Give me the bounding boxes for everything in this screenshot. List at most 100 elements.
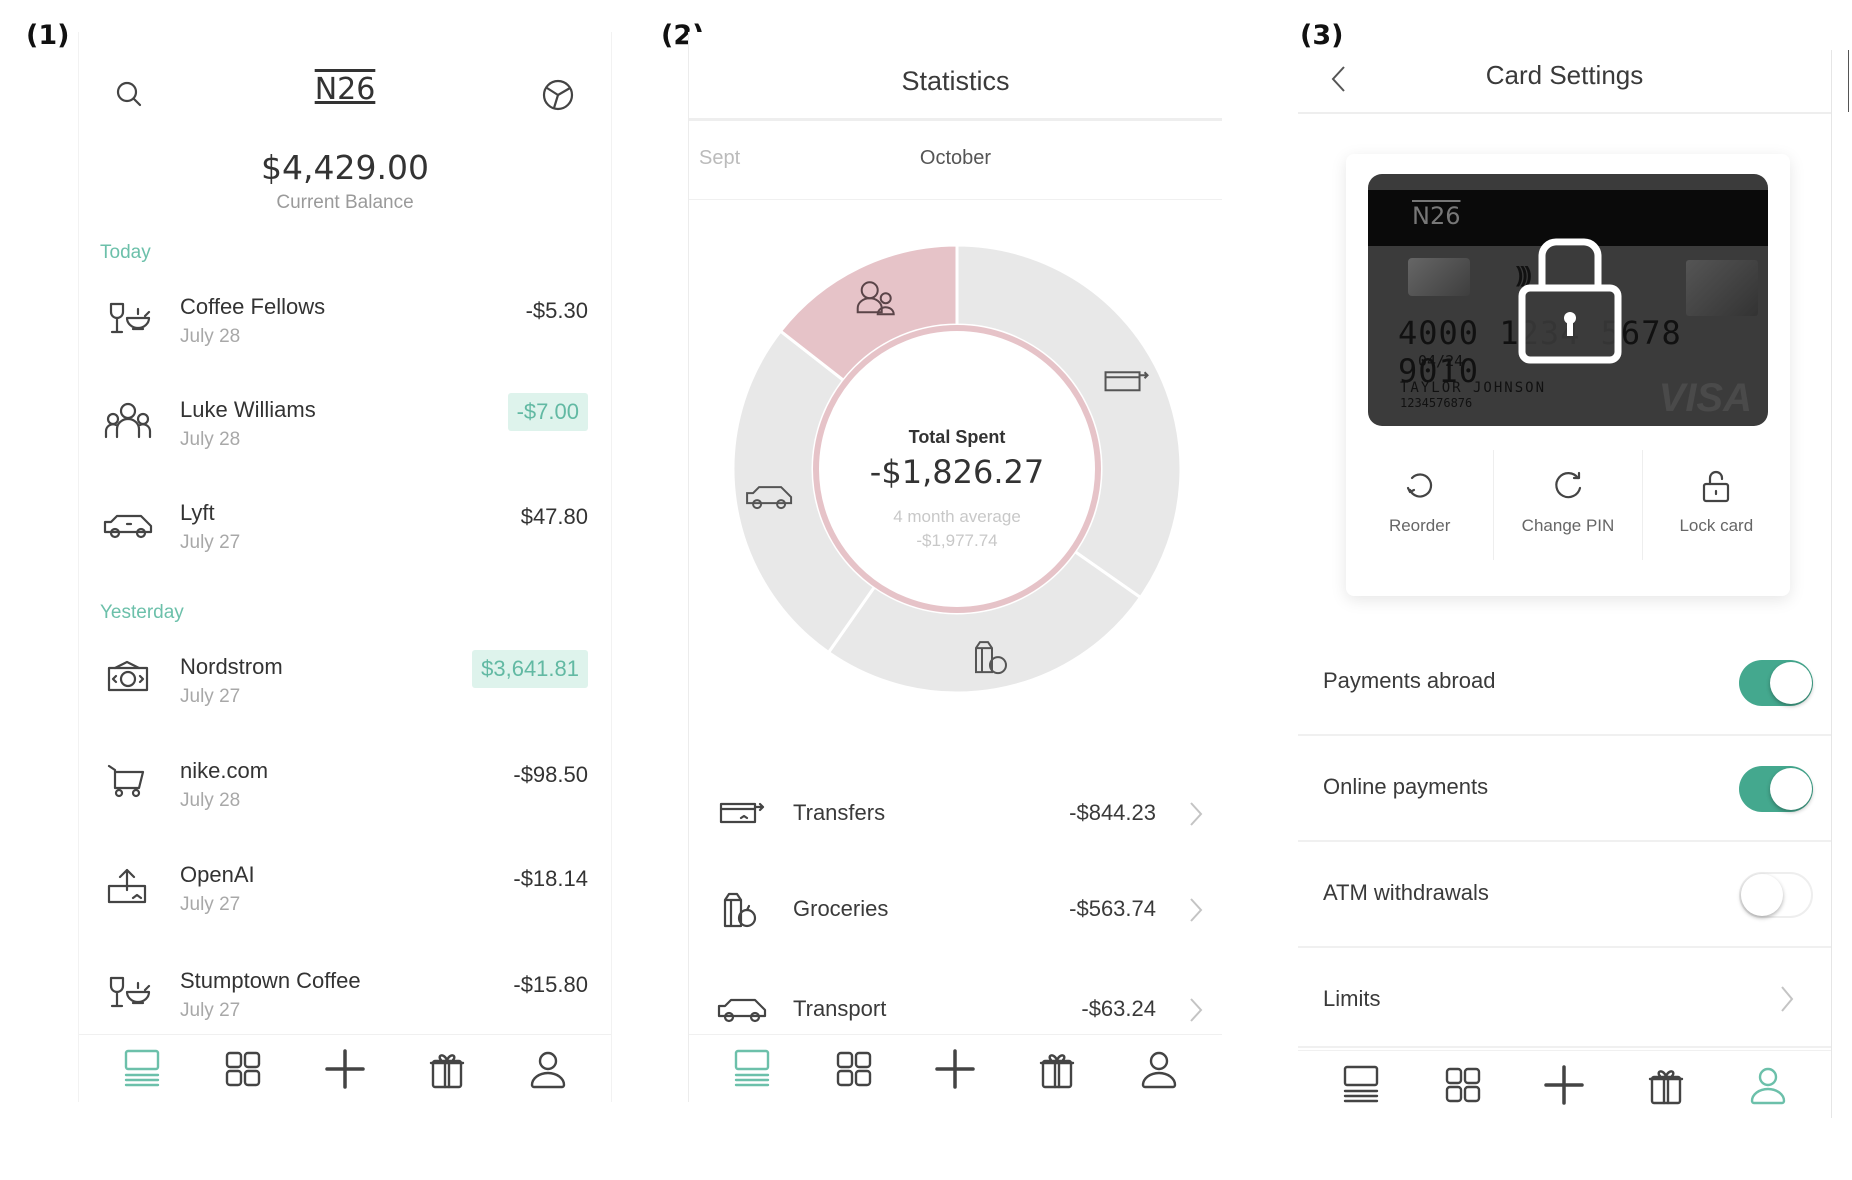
tab-profile[interactable] (524, 1045, 572, 1093)
food-drink-icon (109, 976, 151, 1008)
tab-bar (1298, 1050, 1831, 1118)
category-row-transfers[interactable]: Transfers -$844.23 (689, 772, 1222, 858)
transaction-name: Luke Williams (180, 397, 316, 422)
transaction-row[interactable]: Coffee Fellows July 28 -$5.30 (79, 284, 611, 374)
card-holder: TAYLOR JOHNSON (1400, 380, 1547, 396)
debit-card-image: N26 ))) 4000 1234 5678 9010 04/24 TAYLOR… (1368, 174, 1768, 426)
panel-label-1: (1) (26, 20, 70, 51)
category-amount: -$844.23 (1069, 800, 1156, 825)
average-label: 4 month average (893, 507, 1021, 526)
section-header-yesterday: Yesterday (100, 602, 184, 623)
profile-icon (1141, 1051, 1177, 1088)
gift-icon (1040, 1053, 1075, 1088)
tab-invite[interactable] (423, 1045, 471, 1093)
atm-withdrawals-toggle[interactable] (1739, 872, 1813, 918)
transaction-row[interactable]: Luke Williams July 28 -$7.00 (79, 387, 611, 477)
transaction-amount: -$15.80 (513, 972, 588, 997)
card-expiry: 04/24 (1418, 352, 1464, 370)
tab-profile[interactable] (1135, 1045, 1183, 1093)
tab-transactions[interactable] (118, 1045, 166, 1093)
statistics-screen: Statistics Sept October Total Spent -$1,… (688, 32, 1222, 1102)
plus-icon (1544, 1064, 1585, 1105)
tab-invite[interactable] (1642, 1061, 1690, 1109)
category-name: Transfers (793, 800, 886, 825)
card-account: 1234576876 (1400, 396, 1473, 410)
shopping-cart-icon (107, 764, 145, 798)
tab-spaces[interactable] (830, 1045, 878, 1093)
lock-icon (1518, 238, 1622, 364)
groceries-icon (723, 892, 757, 928)
transaction-date: July 28 (180, 326, 241, 347)
tab-add[interactable] (1540, 1061, 1588, 1109)
transaction-amount-badge: -$7.00 (507, 393, 588, 431)
transaction-date: July 27 (180, 686, 241, 707)
total-spent-value: -$1,826.27 (869, 453, 1045, 491)
payments-abroad-toggle[interactable] (1739, 660, 1813, 706)
unlock-icon (1703, 470, 1730, 503)
tab-bar (689, 1034, 1222, 1102)
toggle-knob (1770, 768, 1812, 810)
card-hologram (1686, 260, 1758, 316)
transactions-icon (1343, 1065, 1379, 1102)
tab-add[interactable] (321, 1045, 369, 1093)
transaction-row[interactable]: OpenAI July 27 -$18.14 (79, 852, 611, 942)
transactions-icon (734, 1049, 770, 1086)
n26-logo: N26 (79, 72, 611, 107)
grid-icon (1445, 1067, 1480, 1102)
transaction-amount: -$98.50 (513, 762, 588, 787)
money-icon (107, 660, 149, 692)
profile-icon (530, 1051, 566, 1088)
plus-icon (325, 1048, 365, 1089)
panel-label-3: (3) (1300, 20, 1344, 51)
tab-transactions[interactable] (1337, 1061, 1385, 1109)
setting-payments-abroad: Payments abroad (1298, 630, 1831, 736)
setting-label: Online payments (1323, 774, 1489, 799)
statistics-button[interactable] (539, 76, 577, 114)
transaction-name: nike.com (180, 758, 269, 783)
chevron-right-icon (1781, 986, 1794, 1012)
transaction-amount: -$5.30 (525, 298, 588, 323)
card-chip (1408, 258, 1470, 296)
change-pin-button[interactable]: Change PIN (1493, 450, 1641, 560)
tab-transactions[interactable] (728, 1045, 776, 1093)
lock-card-button[interactable]: Lock card (1641, 450, 1790, 560)
total-spent-label: Total Spent (908, 427, 1006, 447)
online-payments-toggle[interactable] (1739, 766, 1813, 812)
action-label: Reorder (1388, 516, 1451, 535)
action-label: Change PIN (1521, 516, 1615, 535)
month-tab-current[interactable]: October (689, 147, 1222, 170)
transaction-name: Nordstrom (180, 654, 283, 679)
transaction-row[interactable]: nike.com July 28 -$98.50 (79, 748, 611, 838)
tab-spaces[interactable] (1439, 1061, 1487, 1109)
tab-profile[interactable] (1744, 1061, 1792, 1109)
tab-add[interactable] (931, 1045, 979, 1093)
section-header-today: Today (100, 242, 151, 263)
category-amount: -$63.24 (1081, 996, 1156, 1021)
home-header: N26 $4,429.00 Current Balance (79, 32, 611, 222)
spending-donut-chart: Total Spent -$1,826.27 4 month average -… (733, 245, 1181, 693)
tab-spaces[interactable] (219, 1045, 267, 1093)
reorder-button[interactable]: Reorder (1346, 450, 1493, 560)
transaction-row[interactable]: Lyft July 27 $47.80 (79, 490, 611, 580)
toggle-knob (1741, 874, 1783, 916)
setting-online-payments: Online payments (1298, 736, 1831, 842)
statistics-icon (542, 79, 574, 111)
transaction-row[interactable]: Nordstrom July 27 $3,641.81 (79, 644, 611, 734)
grid-icon (836, 1051, 871, 1086)
category-row-groceries[interactable]: Groceries -$563.74 (689, 868, 1222, 954)
gift-icon (1649, 1069, 1684, 1104)
chevron-right-icon (1190, 998, 1203, 1022)
transaction-date: July 27 (180, 1000, 241, 1021)
setting-atm-withdrawals: ATM withdrawals (1298, 842, 1831, 948)
tab-invite[interactable] (1033, 1045, 1081, 1093)
current-balance-label: Current Balance (276, 192, 414, 213)
food-drink-icon (109, 302, 151, 334)
setting-limits[interactable]: Limits (1298, 948, 1831, 1048)
transaction-date: July 28 (180, 790, 241, 811)
friends-icon (104, 402, 152, 439)
reorder-icon (1406, 473, 1432, 498)
page-title: Statistics (901, 66, 1010, 96)
header: Card Settings (1298, 50, 1831, 114)
transaction-amount: $47.80 (520, 504, 588, 529)
divider (1848, 50, 1849, 112)
